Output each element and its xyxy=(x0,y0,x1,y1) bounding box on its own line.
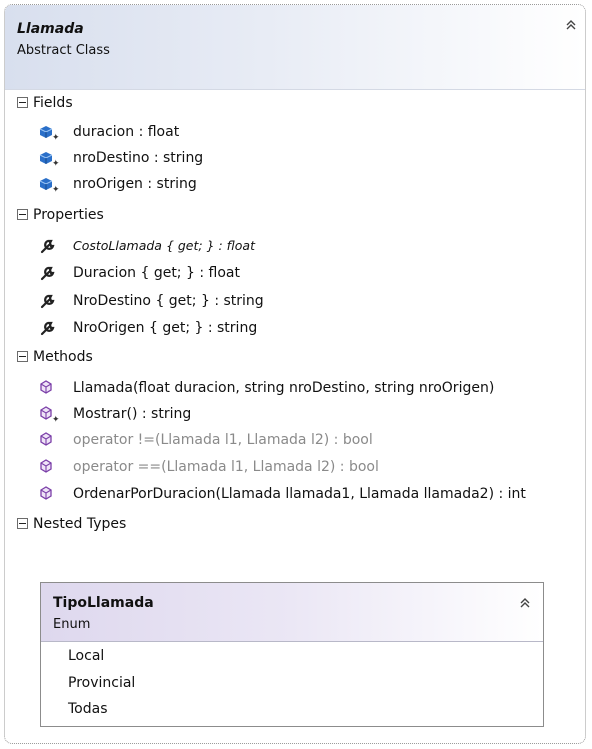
collapse-toggle-icon[interactable] xyxy=(17,350,28,362)
class-header[interactable]: Llamada Abstract Class xyxy=(5,5,585,90)
property-text: NroOrigen { get; } : string xyxy=(73,320,258,336)
svg-text:✦: ✦ xyxy=(52,159,59,167)
enum-header[interactable]: TipoLlamada Enum xyxy=(41,583,543,642)
field-private-icon: ✦ xyxy=(39,178,59,193)
method-text: Mostrar() : string xyxy=(73,406,192,422)
section-methods-label: Methods xyxy=(33,349,93,365)
collapse-toggle-icon[interactable] xyxy=(17,517,28,529)
method-private-icon: ✦ xyxy=(40,406,59,423)
method-text: Llamada(float duracion, string nroDestin… xyxy=(73,380,495,396)
class-shape[interactable]: Llamada Abstract Class Fields ✦ duracion… xyxy=(4,4,586,744)
method-icon xyxy=(40,380,52,394)
enum-value[interactable]: Todas xyxy=(68,697,108,721)
svg-text:✦: ✦ xyxy=(52,185,59,193)
property-wrench-icon xyxy=(40,266,55,281)
method-icon xyxy=(40,432,52,446)
collapse-class-icon[interactable] xyxy=(565,19,577,31)
section-methods[interactable]: Methods xyxy=(17,346,93,368)
svg-text:✦: ✦ xyxy=(52,415,59,423)
property-wrench-icon xyxy=(40,321,55,336)
field-text: nroOrigen : string xyxy=(73,176,197,192)
property-text: Duracion { get; } : float xyxy=(73,265,240,281)
property-wrench-icon xyxy=(40,239,55,254)
section-nested-types[interactable]: Nested Types xyxy=(17,513,126,535)
nested-enum-shape[interactable]: TipoLlamada Enum Local Provincial Todas xyxy=(40,582,544,727)
property-text-abstract: CostoLlamada { get; } : float xyxy=(73,238,255,253)
enum-kind: Enum xyxy=(53,617,91,632)
section-fields-label: Fields xyxy=(33,95,73,111)
method-icon xyxy=(40,459,52,473)
class-name: Llamada xyxy=(17,21,84,37)
property-wrench-icon xyxy=(40,294,55,309)
collapse-enum-icon[interactable] xyxy=(519,597,531,609)
class-kind: Abstract Class xyxy=(17,43,110,58)
collapse-toggle-icon[interactable] xyxy=(17,208,28,220)
method-text-greyed: operator ==(Llamada l1, Llamada l2) : bo… xyxy=(73,459,379,475)
method-text: OrdenarPorDuracion(Llamada llamada1, Lla… xyxy=(73,486,526,502)
property-text: NroDestino { get; } : string xyxy=(73,293,264,309)
collapse-toggle-icon[interactable] xyxy=(17,96,28,108)
method-icon xyxy=(40,486,52,500)
field-text: duracion : float xyxy=(73,124,180,140)
section-fields[interactable]: Fields xyxy=(17,92,73,114)
svg-text:✦: ✦ xyxy=(52,133,59,141)
field-text: nroDestino : string xyxy=(73,150,204,166)
section-nested-types-label: Nested Types xyxy=(33,516,127,532)
enum-value[interactable]: Provincial xyxy=(68,671,135,695)
enum-value[interactable]: Local xyxy=(68,644,104,668)
method-text-greyed: operator !=(Llamada l1, Llamada l2) : bo… xyxy=(73,432,373,448)
section-properties[interactable]: Properties xyxy=(17,204,104,226)
field-private-icon: ✦ xyxy=(39,152,59,167)
field-private-icon: ✦ xyxy=(39,126,59,141)
enum-name: TipoLlamada xyxy=(53,595,154,611)
section-properties-label: Properties xyxy=(33,207,104,223)
